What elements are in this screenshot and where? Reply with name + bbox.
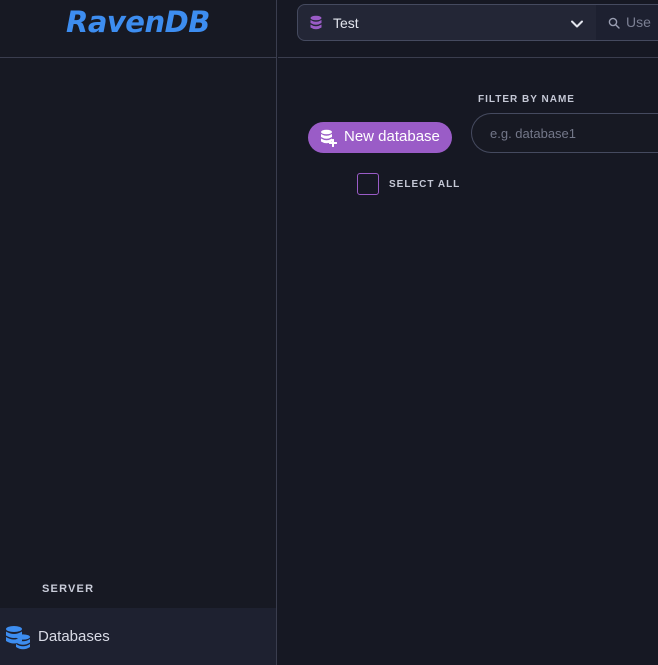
new-database-label: New database	[344, 128, 440, 145]
database-selector[interactable]: Test	[297, 4, 597, 41]
filter-label: FILTER BY NAME	[478, 94, 575, 105]
search-input[interactable]	[626, 14, 658, 30]
database-icon	[310, 15, 322, 36]
search-icon	[608, 16, 620, 34]
selected-database-name: Test	[333, 15, 359, 31]
sidebar-item-label: Databases	[38, 628, 110, 645]
global-search[interactable]	[596, 4, 658, 41]
sidebar-item-databases[interactable]: Databases	[0, 608, 276, 665]
logo-area: RavenDB	[0, 0, 277, 58]
databases-icon	[4, 624, 32, 655]
sidebar-section-title: SERVER	[42, 583, 95, 595]
sidebar: RavenDB SERVER Databases	[0, 0, 277, 665]
new-database-button[interactable]: New database	[308, 122, 452, 153]
select-all-label[interactable]: SELECT ALL	[389, 179, 460, 190]
select-all-checkbox[interactable]	[357, 173, 379, 195]
ravendb-logo[interactable]: RavenDB	[66, 5, 210, 39]
app-root: RavenDB SERVER Databases Test Use New da…	[0, 0, 658, 665]
database-plus-icon	[320, 129, 338, 151]
filter-by-name-input[interactable]	[471, 113, 658, 153]
chevron-down-icon	[570, 17, 584, 36]
header-divider	[278, 57, 658, 58]
